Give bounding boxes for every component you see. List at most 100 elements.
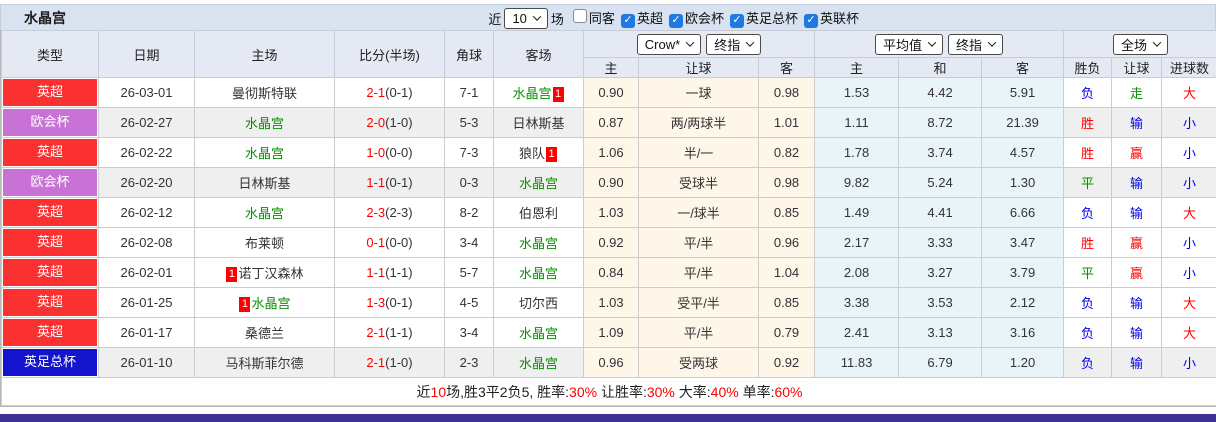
date-cell: 26-01-17 (99, 318, 195, 348)
avg-home-odds: 2.08 (815, 258, 899, 288)
avg-away-odds: 1.20 (982, 348, 1064, 378)
avg-draw-odds: 5.24 (899, 168, 982, 198)
type-cell: 英超 (2, 198, 99, 228)
odds-stage-select[interactable]: 终指 (706, 34, 761, 55)
match-row: 英超26-02-08布莱顿0-1(0-0)3-4水晶宫0.92平/半0.962.… (2, 228, 1216, 258)
home-team-name[interactable]: 水晶宫 (245, 206, 284, 221)
checkbox-unchecked[interactable] (573, 9, 587, 23)
away-team-name[interactable]: 日林斯基 (512, 116, 564, 131)
away-team-name[interactable]: 水晶宫 (519, 356, 558, 371)
away-team-name[interactable]: 水晶宫 (519, 176, 558, 191)
summary-segment: 单率: (739, 384, 775, 400)
fulltime-score: 2-1 (366, 325, 385, 340)
home-team-name[interactable]: 布莱顿 (245, 236, 284, 251)
checkbox-checked[interactable]: ✓ (669, 14, 683, 28)
result-goals: 小 (1162, 258, 1216, 288)
crow-away-odds: 0.96 (759, 228, 815, 258)
date-cell: 26-02-20 (99, 168, 195, 198)
fulltime-score: 2-3 (366, 205, 385, 220)
fulltime-score: 2-1 (366, 85, 385, 100)
chevron-down-icon (928, 38, 936, 46)
home-team-name[interactable]: 水晶宫 (245, 146, 284, 161)
summary-segment: 40% (711, 384, 739, 400)
avg-home-odds: 11.83 (815, 348, 899, 378)
checkbox-checked[interactable]: ✓ (804, 14, 818, 28)
crow-handicap: 平/半 (639, 318, 759, 348)
home-team-name[interactable]: 诺丁汉森林 (238, 266, 303, 281)
type-cell: 英超 (2, 318, 99, 348)
scope-select[interactable]: 全场 (1113, 34, 1168, 55)
crow-away-odds: 0.85 (759, 198, 815, 228)
result-outcome: 平 (1064, 258, 1112, 288)
crow-away-odds: 0.85 (759, 288, 815, 318)
home-team-cell: 布莱顿 (195, 228, 335, 258)
avg-draw-odds: 3.27 (899, 258, 982, 288)
summary-segment: 10 (431, 384, 447, 400)
home-team-cell: 1诺丁汉森林 (195, 258, 335, 288)
checkbox-label: 英超 (637, 11, 663, 26)
col-header-corner: 角球 (445, 31, 494, 78)
summary-segment: 30% (569, 384, 597, 400)
odds-company-value: Crow* (645, 37, 680, 52)
recent-count-select[interactable]: 10 (504, 8, 547, 29)
competition-badge: 欧会杯 (3, 169, 97, 196)
away-team-cell: 切尔西 (494, 288, 584, 318)
crow-handicap: 受两球 (639, 348, 759, 378)
matches-label: 场 (551, 9, 564, 28)
checkbox-checked[interactable]: ✓ (621, 14, 635, 28)
checkbox-label: 英足总杯 (746, 11, 798, 26)
average-value: 平均值 (883, 35, 922, 54)
home-team-name[interactable]: 水晶宫 (245, 116, 284, 131)
avg-away-odds: 21.39 (982, 108, 1064, 138)
avg-draw-odds: 8.72 (899, 108, 982, 138)
away-team-name[interactable]: 伯恩利 (519, 206, 558, 221)
home-team-name[interactable]: 桑德兰 (245, 326, 284, 341)
crow-home-odds: 1.03 (584, 288, 639, 318)
odds-company-select[interactable]: Crow* (637, 34, 701, 55)
result-handicap: 输 (1112, 108, 1162, 138)
score-cell: 1-0(0-0) (335, 138, 445, 168)
score-cell: 2-3(2-3) (335, 198, 445, 228)
check-icon: ✓ (623, 15, 632, 26)
matches-table: 类型 日期 主场 比分(半场) 角球 客场 Crow* 终指 (1, 30, 1216, 406)
result-outcome: 负 (1064, 198, 1112, 228)
competition-badge: 英足总杯 (3, 349, 97, 376)
match-row: 英超26-02-22水晶宫1-0(0-0)7-3狼队11.06半/一0.821.… (2, 138, 1216, 168)
avg-draw-odds: 4.41 (899, 198, 982, 228)
chevron-down-icon (686, 38, 694, 46)
corner-cell: 7-3 (445, 138, 494, 168)
away-team-name[interactable]: 狼队 (519, 146, 545, 161)
away-team-cell: 伯恩利 (494, 198, 584, 228)
crow-away-odds: 0.79 (759, 318, 815, 348)
sub-header-outcome: 胜负 (1064, 58, 1112, 78)
corner-cell: 8-2 (445, 198, 494, 228)
home-team-name[interactable]: 马科斯菲尔德 (225, 356, 303, 371)
home-team-name[interactable]: 日林斯基 (238, 176, 290, 191)
home-team-name[interactable]: 水晶宫 (251, 296, 290, 311)
away-team-name[interactable]: 水晶宫 (519, 326, 558, 341)
competition-badge: 英超 (3, 289, 97, 316)
away-team-name[interactable]: 水晶宫 (519, 236, 558, 251)
away-team-name[interactable]: 水晶宫 (519, 266, 558, 281)
date-cell: 26-03-01 (99, 78, 195, 108)
away-team-cell: 水晶宫1 (494, 78, 584, 108)
avg-away-odds: 6.66 (982, 198, 1064, 228)
match-row: 英超26-03-01曼彻斯特联2-1(0-1)7-1水晶宫10.90一球0.98… (2, 78, 1216, 108)
away-team-name[interactable]: 水晶宫 (512, 86, 551, 101)
average-select[interactable]: 平均值 (875, 34, 943, 55)
corner-cell: 5-7 (445, 258, 494, 288)
crow-away-odds: 0.98 (759, 168, 815, 198)
avg-home-odds: 1.11 (815, 108, 899, 138)
recent-count-value: 10 (512, 11, 526, 26)
checkbox-checked[interactable]: ✓ (730, 14, 744, 28)
date-cell: 26-01-10 (99, 348, 195, 378)
avg-away-odds: 4.57 (982, 138, 1064, 168)
result-goals: 小 (1162, 228, 1216, 258)
average-stage-select[interactable]: 终指 (948, 34, 1003, 55)
away-team-name[interactable]: 切尔西 (519, 296, 558, 311)
odds-stage-value: 终指 (714, 35, 740, 54)
match-row: 英足总杯26-01-10马科斯菲尔德2-1(1-0)2-3水晶宫0.96受两球0… (2, 348, 1216, 378)
halftime-score: (0-0) (385, 145, 412, 160)
home-team-cell: 日林斯基 (195, 168, 335, 198)
home-team-name[interactable]: 曼彻斯特联 (232, 86, 297, 101)
